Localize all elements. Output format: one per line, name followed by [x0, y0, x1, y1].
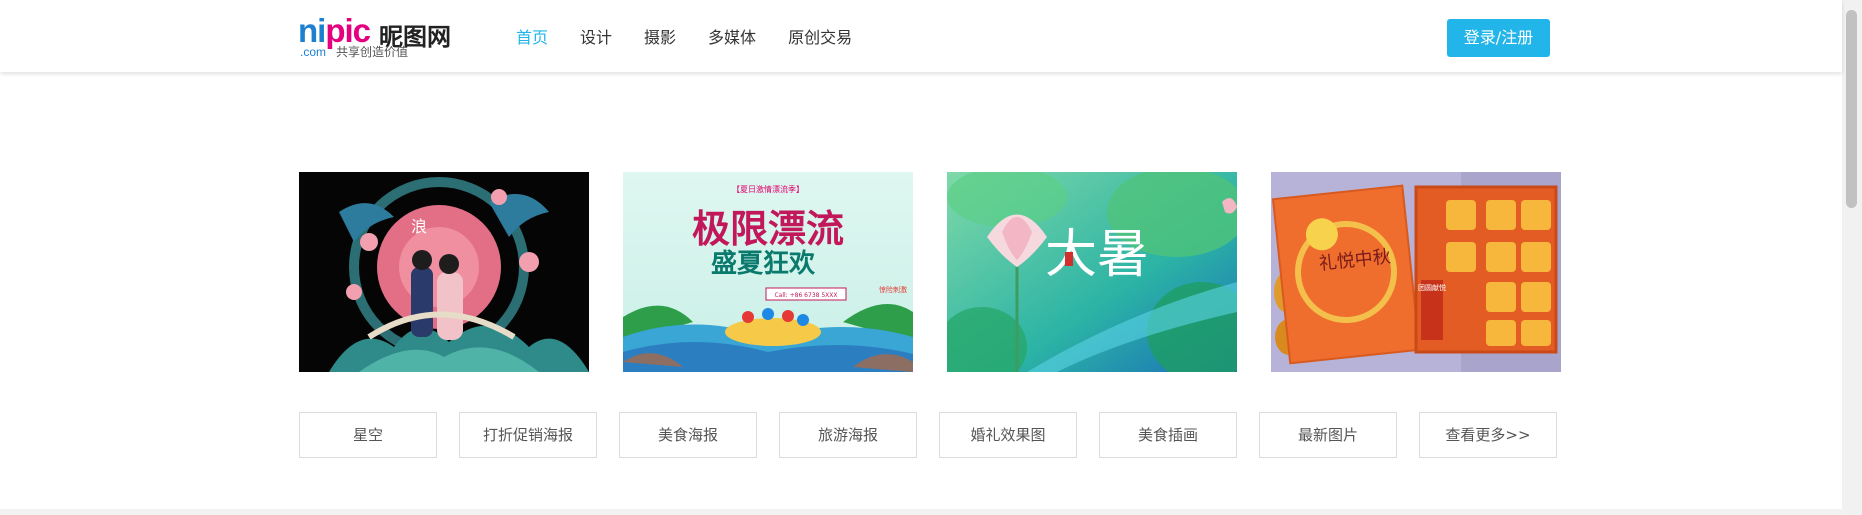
gallery-item-rafting[interactable]: 【夏日激情漂流季】 极限漂流 盛夏狂欢 Call: +86 6738 5XXX … — [623, 172, 913, 372]
gallery-item-qixi[interactable]: 浪 — [299, 172, 589, 372]
svg-text:惊险刺激: 惊险刺激 — [879, 285, 907, 294]
gallery-item-mooncake[interactable]: 礼悦中秋 团圆献悦 — [1271, 172, 1561, 372]
tag-food-poster[interactable]: 美食海报 — [619, 412, 757, 458]
tag-starry-sky[interactable]: 星空 — [299, 412, 437, 458]
rafting-illustration: 【夏日激情漂流季】 极限漂流 盛夏狂欢 Call: +86 6738 5XXX … — [623, 172, 913, 372]
svg-text:团圆献悦: 团圆献悦 — [1418, 283, 1446, 292]
nipic-logo[interactable]: nipic 昵图网 .com 共享创造价值 — [298, 13, 458, 60]
logo-slogan: 共享创造价值 — [336, 45, 409, 59]
tag-discount-poster[interactable]: 打折促销海报 — [459, 412, 597, 458]
nav-home[interactable]: 首页 — [516, 24, 548, 48]
qixi-illustration: 浪 — [299, 172, 589, 372]
tag-latest-images[interactable]: 最新图片 — [1259, 412, 1397, 458]
header-inner: nipic 昵图网 .com 共享创造价值 首页 设计 摄影 多媒体 原创交易 … — [298, 0, 1550, 72]
svg-text:Call: +86 6738 5XXX: Call: +86 6738 5XXX — [774, 292, 837, 299]
login-register-button[interactable]: 登录/注册 — [1447, 19, 1550, 57]
svg-text:极限漂流: 极限漂流 — [692, 207, 844, 251]
footer-edge — [0, 509, 1842, 515]
nav-multimedia[interactable]: 多媒体 — [708, 24, 756, 48]
top-header: nipic 昵图网 .com 共享创造价值 首页 设计 摄影 多媒体 原创交易 … — [0, 0, 1842, 72]
scrollbar-thumb[interactable] — [1846, 10, 1857, 208]
tag-food-illustration[interactable]: 美食插画 — [1099, 412, 1237, 458]
svg-text:大暑: 大暑 — [1045, 225, 1149, 285]
page-scrollbar[interactable] — [1842, 0, 1862, 515]
svg-text:【夏日激情漂流季】: 【夏日激情漂流季】 — [732, 184, 804, 194]
gallery-item-dashu[interactable]: 大暑 — [947, 172, 1237, 372]
svg-text:浪: 浪 — [411, 217, 427, 236]
tag-travel-poster[interactable]: 旅游海报 — [779, 412, 917, 458]
nav-original-trade[interactable]: 原创交易 — [788, 24, 852, 48]
tag-wedding-render[interactable]: 婚礼效果图 — [939, 412, 1077, 458]
main-nav: 首页 设计 摄影 多媒体 原创交易 — [516, 0, 884, 72]
tag-view-more[interactable]: 查看更多>> — [1419, 412, 1557, 458]
logo-domain: .com — [300, 45, 327, 59]
mooncake-illustration: 礼悦中秋 团圆献悦 — [1271, 172, 1561, 372]
nav-design[interactable]: 设计 — [580, 24, 612, 48]
dashu-illustration: 大暑 — [947, 172, 1237, 372]
nav-photography[interactable]: 摄影 — [644, 24, 676, 48]
svg-text:盛夏狂欢: 盛夏狂欢 — [711, 248, 816, 279]
